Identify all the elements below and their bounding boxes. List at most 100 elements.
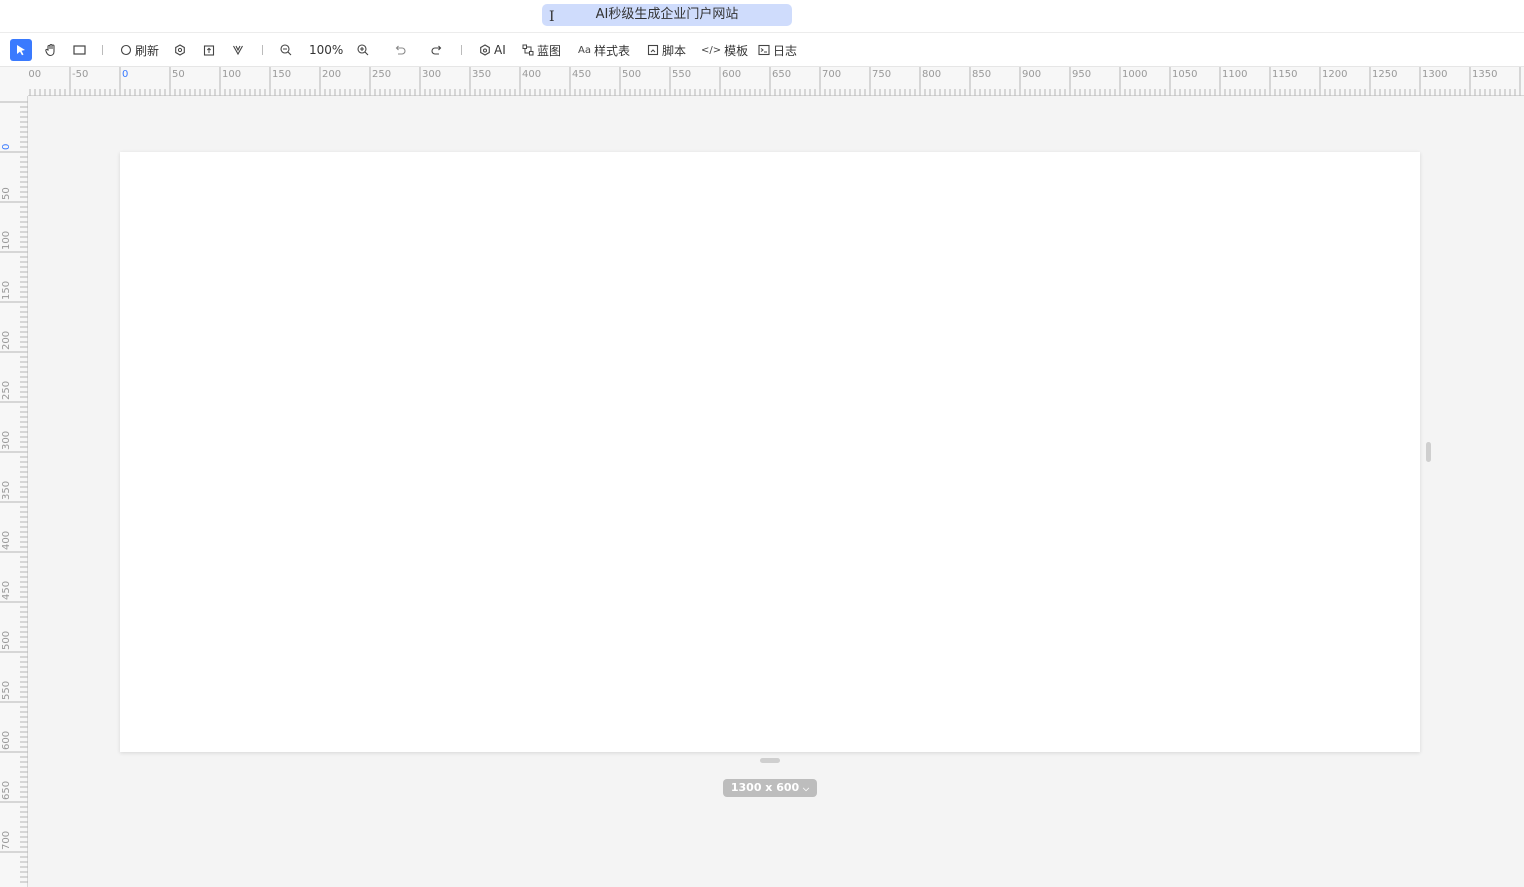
blueprint-label: 蓝图 [537,43,562,58]
ai-label: AI [494,43,506,57]
canvas-size-dropdown[interactable]: 1300 x 600 ⌵ [723,779,817,797]
zoom-out-button[interactable] [280,40,292,60]
zoom-in-button[interactable] [357,40,369,60]
ruler-label: 150 [272,69,291,80]
font-style-icon: Aa [578,44,591,56]
ai-icon [480,44,490,56]
canvas-size-label: 1300 x 600 [730,781,800,794]
script-button[interactable]: 脚本 [647,40,686,60]
rectangle-icon [73,45,86,55]
refresh-button[interactable]: 刷新 [120,40,159,60]
terminal-icon [758,44,770,56]
ruler-label: 800 [922,69,941,80]
toolbar-divider [461,45,462,55]
vertical-ruler[interactable]: 0 50 100 150 200 250 300 350 400 450 500 550 600 650 7… [0,96,28,887]
blueprint-button[interactable]: 蓝图 [522,40,561,60]
project-title-input[interactable]: AI秒级生成企业门户网站 [542,4,792,26]
ai-button[interactable]: AI [479,40,506,60]
ruler-label: 0 [122,69,128,80]
template-button[interactable]: </> 模板 [701,40,748,60]
vertical-ruler-ticks: 0 50 100 150 200 250 300 350 400 450 500 550 600 650 7… [0,101,28,883]
ruler-label: 200 [322,69,341,80]
ruler-label: 100 [222,69,241,80]
blueprint-icon [522,44,534,56]
ruler-label: 950 [1072,69,1091,80]
log-button[interactable]: 日志 [758,40,797,60]
ruler-label: 1350 [1472,69,1497,80]
ruler-label: 650 [1,781,12,800]
ruler-label: 1200 [1322,69,1347,80]
ruler-label: 700 [1,831,12,850]
zoom-in-icon [357,44,369,56]
template-label: 模板 [724,43,749,58]
double-chevron-down-icon [233,45,243,56]
title-bar: AI秒级生成企业门户网站 I [0,0,1524,33]
ruler-label: 100 [1,231,12,250]
ruler-label: 500 [1,631,12,650]
text-cursor-icon: I [549,9,555,25]
redo-icon [431,45,442,55]
undo-icon [395,45,406,55]
toolbar: 刷新 100% AI 蓝图 Aa 样式表 脚本 </> 模板 日志 [0,33,1524,67]
ruler-label: 900 [1022,69,1041,80]
horizontal-ruler[interactable]: 100 -50 0 50 100 150 200 250 300 350 400 450 500 550 6… [28,67,1524,96]
ruler-label: 400 [522,69,541,80]
zoom-value: 100% [309,43,344,57]
ruler-label: 300 [422,69,441,80]
stylesheet-label: 样式表 [593,43,630,58]
zoom-out-icon [280,44,292,56]
ruler-label: 500 [622,69,641,80]
ruler-label: 600 [1,731,12,750]
chevron-down-icon: ⌵ [803,784,810,793]
hand-icon [45,43,55,57]
ruler-label: 350 [1,481,12,500]
ruler-label: 100 [28,69,41,80]
ruler-label: 150 [1,281,12,300]
design-canvas[interactable] [120,152,1420,752]
zoom-level[interactable]: 100% [309,40,343,60]
ruler-label: 50 [172,69,185,80]
log-label: 日志 [773,43,798,58]
ruler-label: 450 [1,581,12,600]
ruler-label: 400 [1,531,12,550]
ruler-label: 200 [1,331,12,350]
ruler-corner [0,67,28,96]
ruler-label: 1250 [1372,69,1397,80]
gear-icon [175,44,185,56]
refresh-icon [120,44,132,56]
ruler-label: 250 [372,69,391,80]
merge-button[interactable] [232,40,244,60]
export-button[interactable] [203,40,215,60]
ruler-label: 650 [772,69,791,80]
ruler-label: 1050 [1172,69,1197,80]
stylesheet-button[interactable]: Aa 样式表 [578,40,630,60]
toolbar-divider [262,45,263,55]
toolbar-divider [102,45,103,55]
ruler-label: 0 [1,144,12,150]
ruler-label: 550 [1,681,12,700]
ruler-label: 700 [822,69,841,80]
horizontal-ruler-ticks: 100 -50 0 50 100 150 200 250 300 350 400 450 500 550 6… [28,67,1521,96]
script-label: 脚本 [662,43,687,58]
ruler-label: 1150 [1272,69,1297,80]
ruler-label: 1000 [1122,69,1147,80]
ruler-label: 350 [472,69,491,80]
hand-tool-button[interactable] [44,40,58,60]
ruler-label: 300 [1,431,12,450]
settings-button[interactable] [174,40,186,60]
rectangle-tool-button[interactable] [73,40,86,60]
ruler-label: 550 [672,69,691,80]
undo-button[interactable] [394,40,406,60]
ruler-label: 750 [872,69,891,80]
pointer-icon [17,45,25,56]
canvas-resize-handle-right[interactable] [1426,442,1431,462]
ruler-label: 850 [972,69,991,80]
ruler-label: 600 [722,69,741,80]
select-tool-button[interactable] [10,39,32,61]
ruler-label: 50 [1,187,12,200]
ruler-label: 1100 [1222,69,1247,80]
refresh-label: 刷新 [135,43,160,58]
canvas-resize-handle-bottom[interactable] [760,758,780,763]
script-icon [647,44,659,56]
redo-button[interactable] [431,40,443,60]
